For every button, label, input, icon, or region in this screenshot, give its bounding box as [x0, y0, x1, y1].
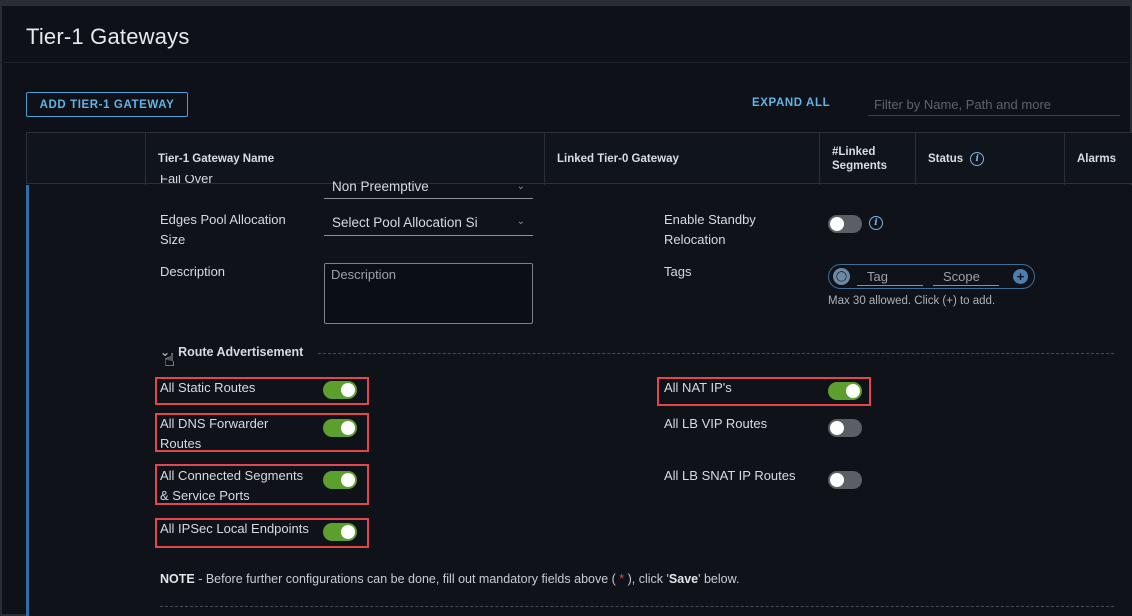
tag-icon: ◯ [833, 268, 850, 285]
info-icon[interactable]: i [869, 216, 883, 230]
section-divider [318, 353, 1114, 354]
highlight-box [657, 377, 871, 406]
route-label-lb-vip: All LB VIP Routes [664, 416, 768, 431]
add-tier1-gateway-button[interactable]: ADD TIER-1 GATEWAY [26, 92, 188, 117]
header-divider [0, 62, 1132, 63]
info-icon[interactable]: i [970, 152, 985, 166]
highlight-box [155, 518, 369, 548]
chevron-down-icon: ⌄ [516, 181, 525, 192]
highlight-box [155, 377, 369, 405]
tags-label: Tags [664, 264, 692, 279]
tags-hint: Max 30 allowed. Click (+) to add. [828, 295, 996, 307]
add-tag-icon[interactable]: + [1013, 269, 1028, 284]
row-accent-bar [26, 185, 29, 616]
toggle-knob [830, 421, 844, 435]
column-header-alarms[interactable]: Alarms [1064, 133, 1132, 185]
toggle-knob [830, 473, 844, 487]
route-advertisement-header[interactable]: ⌄ Route Advertisement [160, 345, 303, 359]
filter-input[interactable] [868, 94, 1120, 116]
route-toggle-lb-snat[interactable] [828, 471, 862, 489]
route-toggle-lb-vip[interactable] [828, 419, 862, 437]
edges-pool-label: Edges Pool Allocation Size [160, 212, 286, 247]
fail-over-label: Fail Over [160, 175, 213, 186]
description-field[interactable]: Description [324, 263, 533, 324]
toggle-knob [830, 217, 844, 231]
scope-input[interactable]: Scope [933, 267, 999, 286]
page-title: Tier-1 Gateways [26, 24, 190, 49]
hand-cursor-icon: ☝ [164, 350, 175, 370]
highlight-box [155, 464, 369, 505]
tags-input-group: ◯ Tag Scope + [828, 264, 1035, 289]
standby-relocation-toggle[interactable] [828, 215, 862, 233]
highlight-box [155, 413, 369, 452]
expand-all-link[interactable]: EXPAND ALL [752, 97, 830, 109]
mandatory-fields-note: NOTE - Before further configurations can… [160, 572, 740, 586]
route-label-lb-snat: All LB SNAT IP Routes [664, 468, 796, 483]
column-header-linked-tier0[interactable]: Linked Tier-0 Gateway [544, 133, 819, 185]
edges-pool-select[interactable]: Select Pool Allocation Si ⌄ [324, 210, 533, 236]
fail-over-select[interactable]: Non Preemptive ⌄ [324, 175, 533, 199]
standby-relocation-label: Enable Standby Relocation [664, 212, 756, 247]
column-header-linked-segments[interactable]: #Linked Segments [819, 133, 915, 185]
tag-input[interactable]: Tag [857, 267, 923, 286]
section-divider [160, 606, 1114, 607]
chevron-down-icon: ⌄ [516, 216, 525, 227]
column-header-status[interactable]: Status i [915, 133, 1064, 185]
description-label: Description [160, 264, 226, 279]
